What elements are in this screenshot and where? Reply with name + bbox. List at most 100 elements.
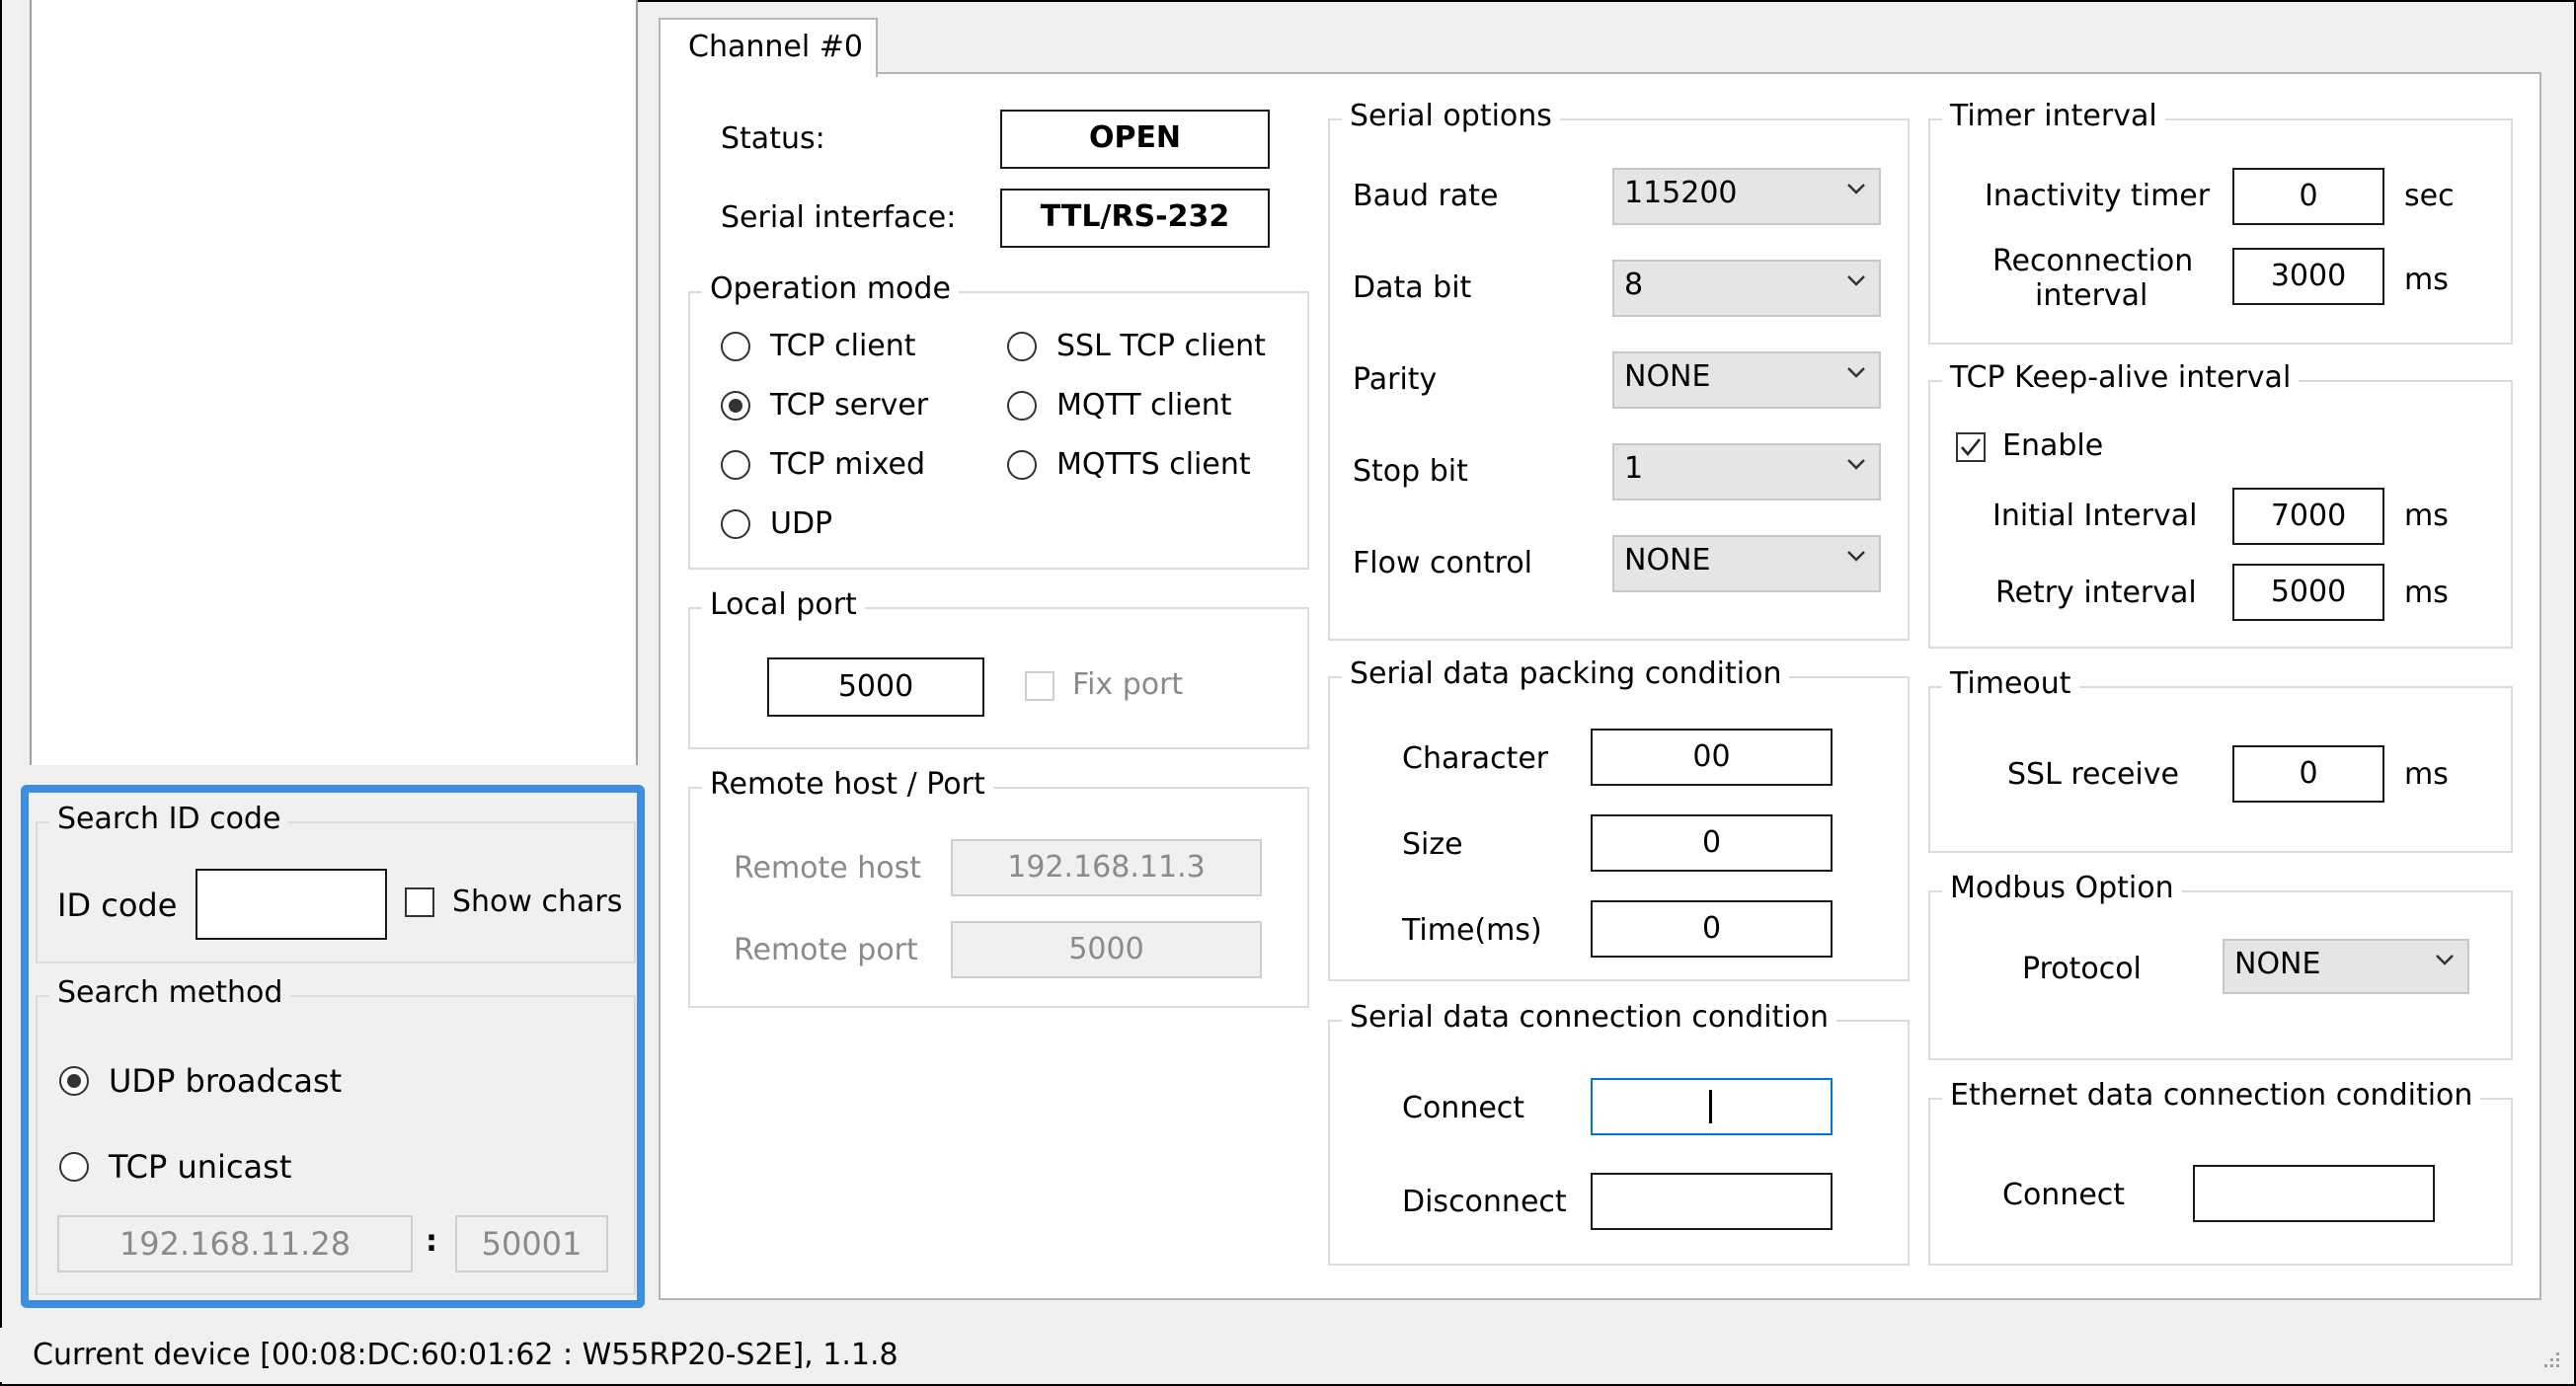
chevron-down-icon — [1847, 275, 1865, 286]
stop-bit-label: Stop bit — [1353, 454, 1468, 489]
operation-mode-title: Operation mode — [702, 271, 959, 306]
label-mqtt-client: MQTT client — [1056, 388, 1232, 423]
packing-title: Serial data packing condition — [1342, 656, 1790, 691]
device-list-pane[interactable] — [30, 0, 638, 765]
enable-label: Enable — [2002, 428, 2104, 463]
fix-port-label: Fix port — [1072, 667, 1184, 702]
radio-tcp-client[interactable] — [721, 332, 750, 361]
stop-bit-select[interactable]: 1 — [1612, 443, 1881, 500]
reconnect-label-line2: interval — [2035, 278, 2148, 313]
protocol-select[interactable]: NONE — [2223, 939, 2469, 994]
ssl-receive-input[interactable]: 0 — [2232, 745, 2384, 803]
chevron-down-icon — [1847, 367, 1865, 378]
reconnect-input[interactable]: 3000 — [2232, 248, 2384, 305]
eth-connect-input[interactable] — [2193, 1165, 2435, 1222]
label-udp: UDP — [770, 506, 833, 541]
label-ssl-tcp-client: SSL TCP client — [1056, 329, 1266, 363]
parity-value: NONE — [1624, 359, 1711, 394]
chevron-down-icon — [1847, 184, 1865, 194]
remote-port-input[interactable]: 5000 — [951, 921, 1262, 978]
initial-interval-unit: ms — [2404, 499, 2449, 533]
flow-control-select[interactable]: NONE — [1612, 535, 1881, 592]
eth-connect-label: Connect — [2002, 1178, 2126, 1212]
ssl-receive-unit: ms — [2404, 757, 2449, 792]
timer-title: Timer interval — [1942, 99, 2165, 133]
label-tcp-client: TCP client — [770, 329, 916, 363]
inactivity-unit: sec — [2404, 179, 2455, 213]
label-tcp-server: TCP server — [770, 388, 929, 423]
resize-grip-icon[interactable] — [2537, 1348, 2562, 1374]
size-label: Size — [1402, 827, 1463, 862]
time-label: Time(ms) — [1402, 913, 1542, 948]
radio-udp[interactable] — [721, 509, 750, 539]
label-tcp-mixed: TCP mixed — [770, 447, 926, 482]
time-input[interactable]: 0 — [1591, 900, 1833, 958]
data-bit-label: Data bit — [1353, 270, 1472, 305]
status-bar: Current device [00:08:DC:60:01:62 : W55R… — [0, 1328, 2572, 1382]
size-input[interactable]: 0 — [1591, 814, 1833, 872]
data-bit-select[interactable]: 8 — [1612, 260, 1881, 317]
inactivity-input[interactable]: 0 — [2232, 168, 2384, 225]
serial-options-title: Serial options — [1342, 99, 1560, 133]
radio-tcp-server[interactable] — [721, 391, 750, 421]
chevron-down-icon — [1847, 551, 1865, 562]
status-value: OPEN — [1000, 110, 1270, 169]
serial-disconnect-input[interactable] — [1591, 1173, 1833, 1230]
serial-disconnect-label: Disconnect — [1402, 1185, 1567, 1219]
serial-interface-value: TTL/RS-232 — [1000, 189, 1270, 248]
data-bit-value: 8 — [1624, 268, 1644, 302]
chevron-down-icon — [2436, 955, 2454, 965]
serial-connect-label: Connect — [1402, 1091, 1525, 1125]
reconnect-unit: ms — [2404, 263, 2449, 297]
retry-interval-unit: ms — [2404, 576, 2449, 610]
stop-bit-value: 1 — [1624, 451, 1644, 486]
serial-conn-title: Serial data connection condition — [1342, 1000, 1837, 1035]
initial-interval-input[interactable]: 7000 — [2232, 488, 2384, 545]
serial-interface-label: Serial interface: — [721, 200, 957, 235]
radio-tcp-mixed[interactable] — [721, 450, 750, 480]
radio-mqtts-client[interactable] — [1007, 450, 1037, 480]
tab-channel-0[interactable]: Channel #0 — [659, 18, 878, 77]
timeout-title: Timeout — [1942, 666, 2079, 701]
fix-port-checkbox[interactable] — [1025, 671, 1054, 701]
baud-rate-select[interactable]: 115200 — [1612, 168, 1881, 225]
retry-interval-label: Retry interval — [1995, 576, 2197, 610]
radio-ssl-tcp-client[interactable] — [1007, 332, 1037, 361]
remote-host-title: Remote host / Port — [702, 767, 993, 802]
radio-mqtt-client[interactable] — [1007, 391, 1037, 421]
eth-conn-title: Ethernet data connection condition — [1942, 1078, 2481, 1113]
flow-control-value: NONE — [1624, 543, 1711, 578]
parity-label: Parity — [1353, 362, 1438, 397]
ssl-receive-label: SSL receive — [2007, 757, 2179, 792]
baud-rate-value: 115200 — [1624, 176, 1738, 210]
status-bar-text: Current device [00:08:DC:60:01:62 : W55R… — [33, 1338, 898, 1372]
chevron-down-icon — [1847, 459, 1865, 470]
keepalive-title: TCP Keep-alive interval — [1942, 360, 2300, 395]
flow-control-label: Flow control — [1353, 546, 1533, 580]
enable-checkbox[interactable] — [1956, 432, 1986, 462]
tab-label: Channel #0 — [688, 30, 863, 64]
timer-group: Timer interval — [1928, 99, 2513, 345]
initial-interval-label: Initial Interval — [1992, 499, 2198, 533]
parity-select[interactable]: NONE — [1612, 351, 1881, 409]
checkmark-icon — [1961, 438, 1982, 457]
inactivity-label: Inactivity timer — [1985, 179, 2211, 213]
retry-interval-input[interactable]: 5000 — [2232, 564, 2384, 621]
status-label: Status: — [721, 121, 825, 156]
remote-port-label: Remote port — [734, 933, 918, 967]
character-input[interactable]: 00 — [1591, 729, 1833, 786]
remote-host-label: Remote host — [734, 851, 922, 886]
text-cursor — [1709, 1090, 1712, 1123]
label-mqtts-client: MQTTS client — [1056, 447, 1251, 482]
character-label: Character — [1402, 741, 1549, 776]
reconnect-label-line1: Reconnection — [1992, 244, 2194, 278]
local-port-title: Local port — [702, 587, 865, 622]
remote-host-input[interactable]: 192.168.11.3 — [951, 839, 1262, 896]
protocol-value: NONE — [2234, 947, 2321, 981]
protocol-label: Protocol — [2022, 952, 2142, 986]
baud-rate-label: Baud rate — [1353, 179, 1499, 213]
local-port-input[interactable]: 5000 — [767, 657, 984, 717]
highlight-frame — [21, 785, 645, 1308]
left-strip — [2, 0, 32, 765]
modbus-title: Modbus Option — [1942, 871, 2182, 905]
